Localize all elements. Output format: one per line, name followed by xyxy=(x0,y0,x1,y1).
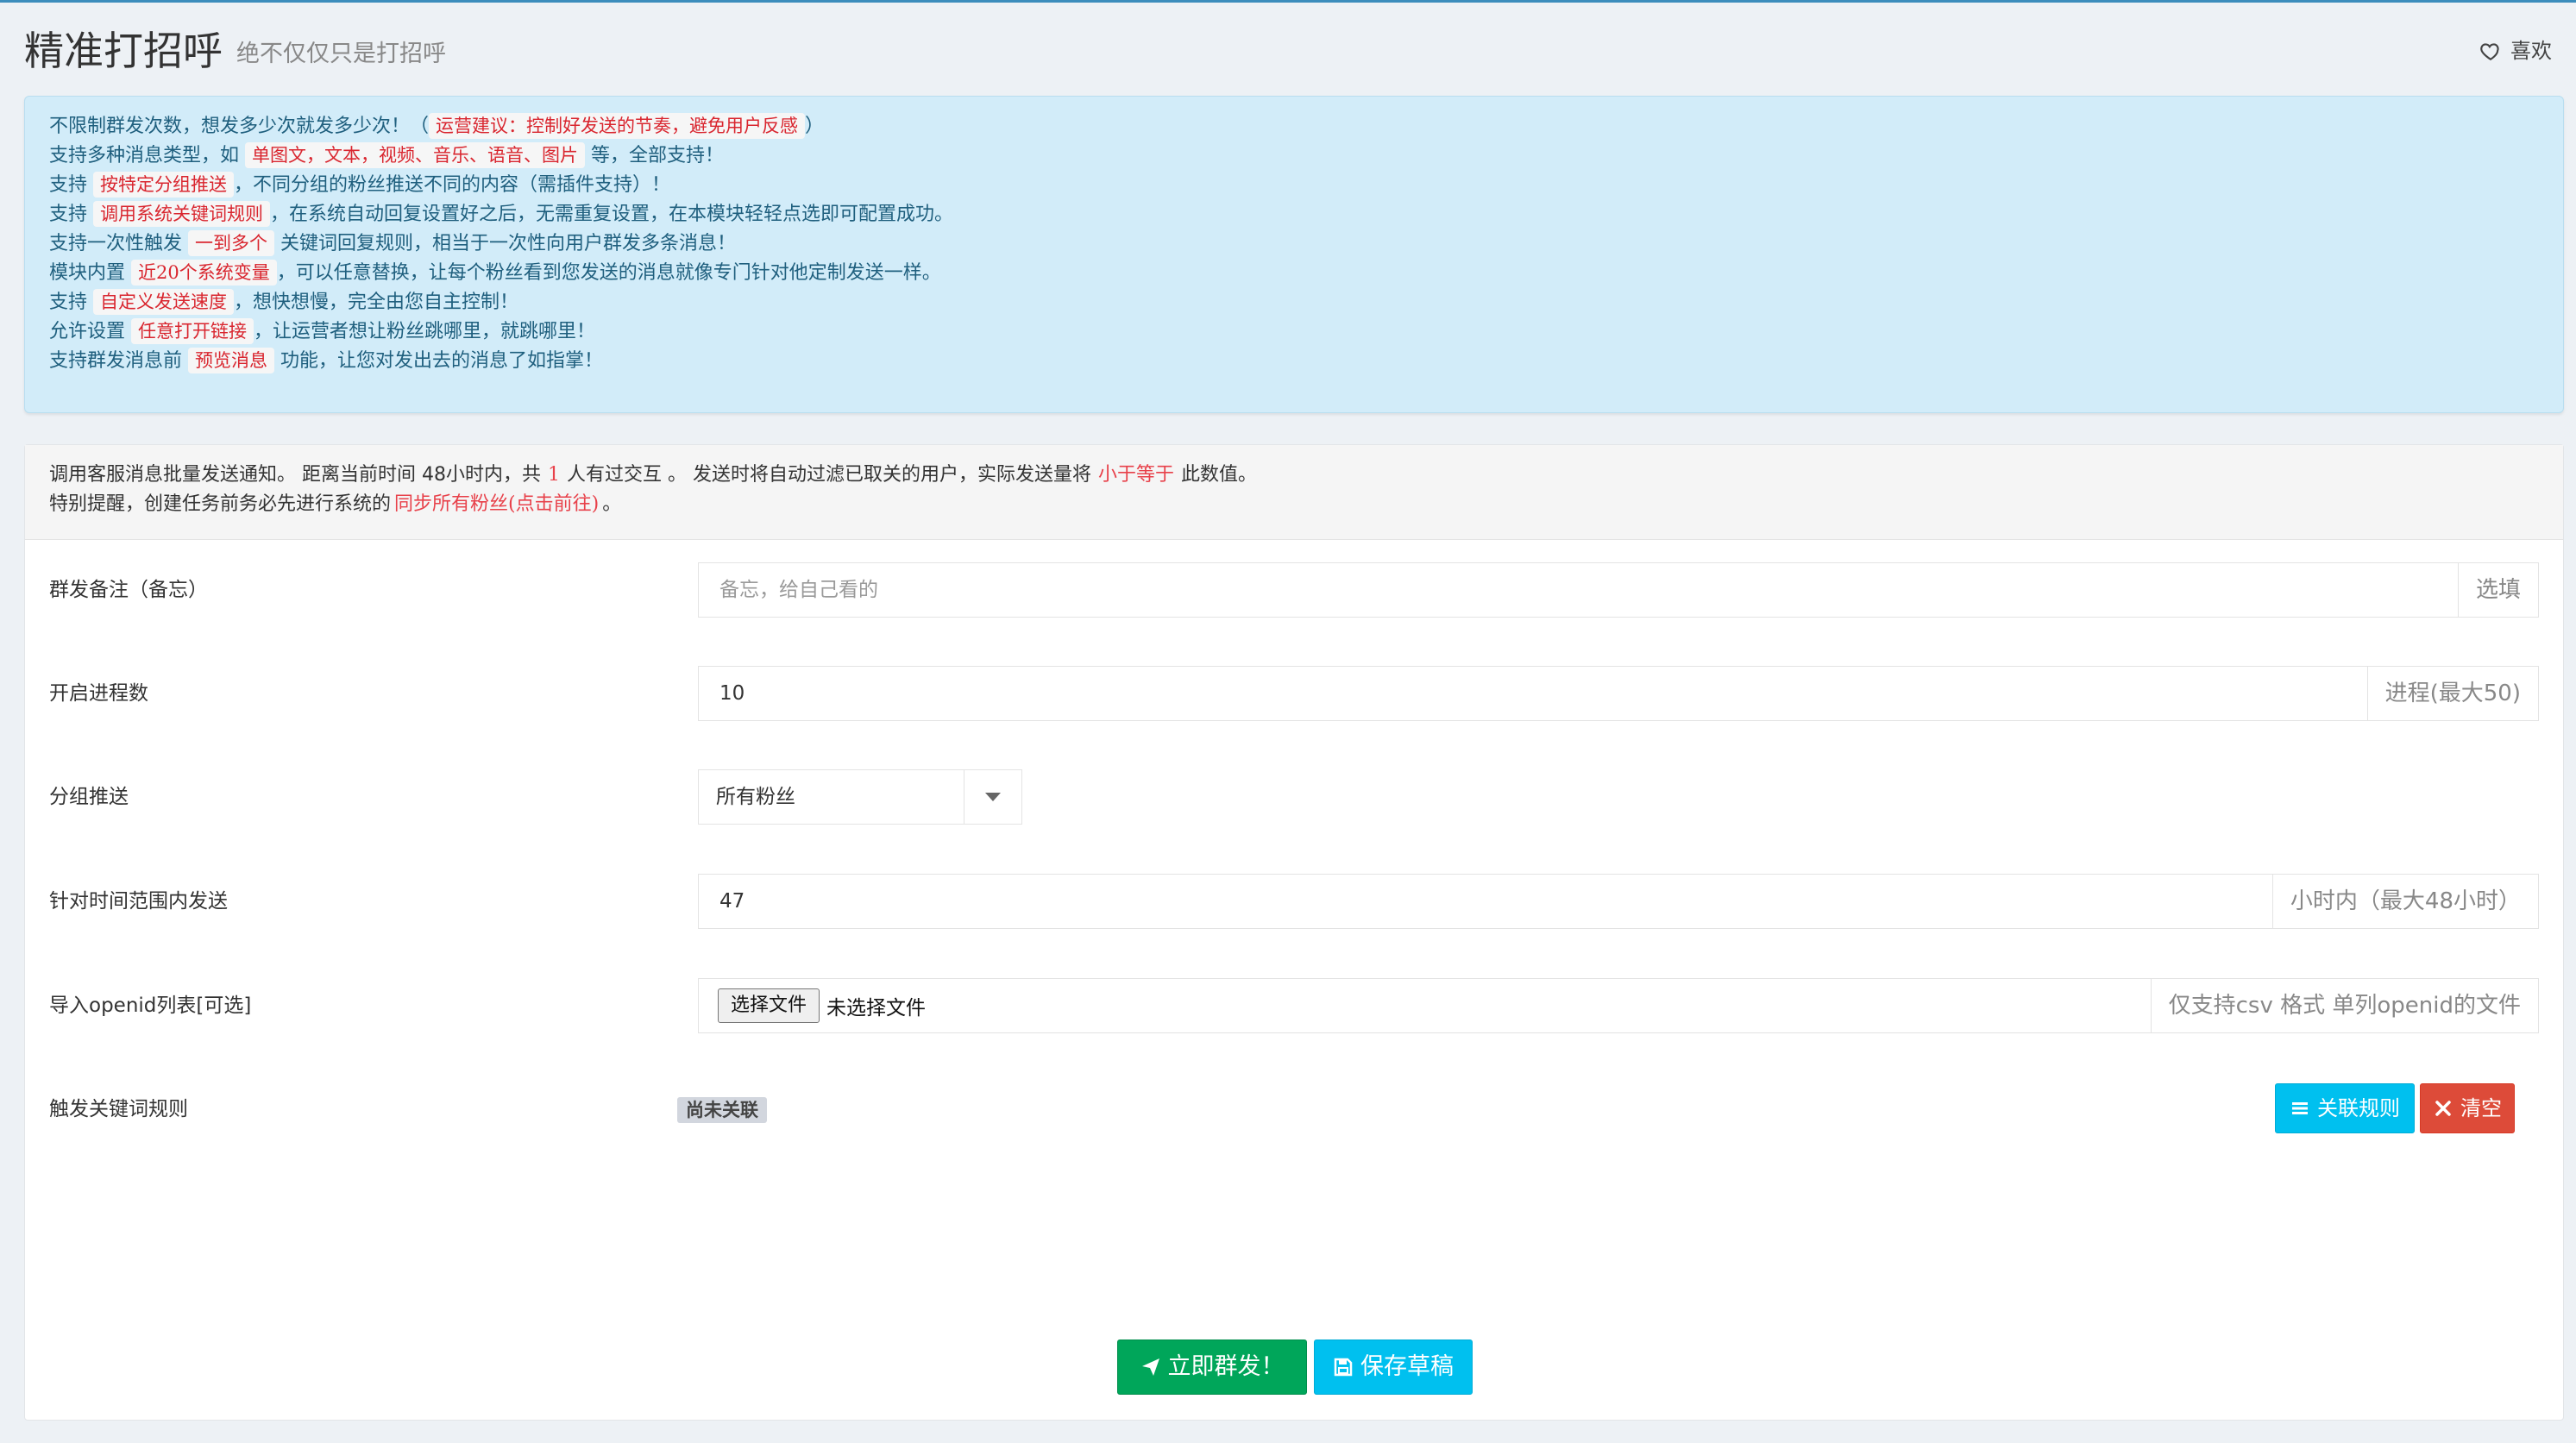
notice-highlight: 预览消息 xyxy=(188,348,274,373)
notice-line: 支持一次性触发 一到多个 关键词回复规则，相当于一次性向用户群发多条消息！ xyxy=(49,229,2539,259)
openid-row: 导入openid列表[可选] 选择文件 未选择文件 仅支持csv 格式 单列op… xyxy=(25,978,2563,1033)
notice-line: 支持 自定义发送速度 ，想快想慢，完全由您自主控制！ xyxy=(49,288,2539,317)
info-line: 调用客服消息批量发送通知。 距离当前时间 48小时内，共 1 人有过交互 。 发送时… xyxy=(49,461,2539,490)
notice-text: 支持群发消息前 xyxy=(49,350,188,372)
notice-line: 支持 按特定分组推送 ，不同分组的粉丝推送不同的内容（需插件支持）！ xyxy=(49,171,2539,200)
openid-label: 导入openid列表[可选] xyxy=(49,994,252,1017)
keyword-status-badge: 尚未关联 xyxy=(677,1097,767,1123)
keyword-row: 触发关键词规则 尚未关联 关联规则 清空 xyxy=(25,1082,2563,1137)
notice-text: 支持 xyxy=(49,292,93,313)
choose-file-button[interactable]: 选择文件 xyxy=(718,988,820,1023)
openid-input-group: 选择文件 未选择文件 仅支持csv 格式 单列openid的文件 xyxy=(698,978,2539,1033)
notice-text: 支持 xyxy=(49,174,93,196)
notice-line: 支持 调用系统关键词规则 ，在系统自动回复设置好之后，无需重复设置，在本模块轻轻点… xyxy=(49,200,2539,229)
notice-text: 支持多种消息类型，如 xyxy=(49,145,245,166)
process-addon: 进程(最大50) xyxy=(2366,667,2538,720)
notice-line: 不限制群发次数，想发多少次就发多少次！（ 运营建议：控制好发送的节奏，避免用户反感… xyxy=(49,112,2539,141)
lte-text: 小于等于 xyxy=(1097,464,1174,486)
notice-highlight: 按特定分组推送 xyxy=(93,172,234,198)
process-row: 开启进程数 进程(最大50) xyxy=(25,666,2563,721)
notice-text: ，让运营者想让粉丝跳哪里，就跳哪里！ xyxy=(254,321,596,342)
notice-text: 模块内置 xyxy=(49,262,131,284)
page-subtitle: 绝不仅仅只是打招呼 xyxy=(236,41,446,67)
time-range-label: 针对时间范围内发送 xyxy=(49,890,228,913)
process-input-group: 进程(最大50) xyxy=(698,666,2539,721)
notice-highlight: 近20个系统变量 xyxy=(131,260,277,285)
group-select-value: 所有粉丝 xyxy=(716,786,795,808)
notice-text: ，想快想慢，完全由您自主控制！ xyxy=(234,292,519,313)
notice-highlight: 调用系统关键词规则 xyxy=(93,201,270,227)
notice-highlight: 任意打开链接 xyxy=(131,318,254,344)
notice-line: 支持多种消息类型，如 单图文，文本，视频、音乐、语音、图片 等，全部支持！ xyxy=(49,141,2539,171)
info-text: 。 xyxy=(602,493,622,515)
save-icon xyxy=(1334,1358,1353,1377)
panel-info: 调用客服消息批量发送通知。 距离当前时间 48小时内，共 1 人有过交互 。 发送时… xyxy=(25,445,2563,540)
process-input[interactable] xyxy=(699,667,2367,720)
info-text: 特别提醒，创建任务前务必先进行系统的 xyxy=(49,493,392,515)
remark-input[interactable] xyxy=(699,563,2458,617)
notice-highlight: 单图文，文本，视频、音乐、语音、图片 xyxy=(245,142,585,168)
notice-highlight: 运营建议：控制好发送的节奏，避免用户反感 xyxy=(429,113,806,139)
time-range-input[interactable] xyxy=(699,875,2272,928)
info-text: 人有过交互 。 发送时将自动过滤已取关的用户，实际发送量将 xyxy=(566,464,1091,486)
page-header: 精准打招呼 绝不仅仅只是打招呼 喜欢 xyxy=(24,25,2552,77)
save-draft-label: 保存草稿 xyxy=(1360,1353,1454,1380)
remark-input-group: 选填 xyxy=(698,562,2539,618)
send-now-button[interactable]: 立即群发！ xyxy=(1117,1339,1307,1395)
group-row: 分组推送 所有粉丝 xyxy=(25,769,2563,825)
close-icon xyxy=(2435,1101,2451,1116)
send-now-label: 立即群发！ xyxy=(1167,1353,1285,1380)
notice-text: 等，全部支持！ xyxy=(585,145,724,166)
page-title: 精准打招呼 xyxy=(24,28,223,74)
list-icon xyxy=(2292,1102,2308,1114)
paper-plane-icon xyxy=(1141,1358,1159,1376)
remark-row: 群发备注（备忘） 选填 xyxy=(25,562,2563,618)
notice-text: 支持一次性触发 xyxy=(49,233,188,254)
time-range-addon: 小时内（最大48小时） xyxy=(2271,875,2538,928)
link-rule-button[interactable]: 关联规则 xyxy=(2275,1083,2415,1133)
file-picker: 选择文件 未选择文件 xyxy=(699,979,2151,1032)
notice-text: ） xyxy=(805,116,825,137)
notice-text: 关键词回复规则，相当于一次性向用户群发多条消息！ xyxy=(274,233,736,254)
like-button[interactable]: 喜欢 xyxy=(2479,37,2552,65)
remark-addon: 选填 xyxy=(2457,563,2538,617)
sync-fans-link[interactable]: 同步所有粉丝(点击前往) xyxy=(394,493,599,515)
notice-text: ，可以任意替换，让每个粉丝看到您发送的消息就像专门针对他定制发送一样。 xyxy=(276,262,941,284)
notice-text: 不限制群发次数，想发多少次就发多少次！（ xyxy=(49,116,430,137)
notice-text: ，不同分组的粉丝推送不同的内容（需插件支持）！ xyxy=(234,174,671,196)
notice-highlight: 一到多个 xyxy=(188,230,274,256)
notice-text: 支持 xyxy=(49,204,93,225)
openid-addon: 仅支持csv 格式 单列openid的文件 xyxy=(2150,979,2538,1032)
notice-text: 功能，让您对发出去的消息了如指掌！ xyxy=(274,350,603,372)
info-text: 此数值。 xyxy=(1181,464,1258,486)
clear-button[interactable]: 清空 xyxy=(2420,1083,2515,1133)
feature-notice: 不限制群发次数，想发多少次就发多少次！（ 运营建议：控制好发送的节奏，避免用户反感… xyxy=(24,96,2564,413)
group-label: 分组推送 xyxy=(49,786,129,808)
file-status: 未选择文件 xyxy=(826,997,927,1020)
notice-text: 允许设置 xyxy=(49,321,131,342)
time-range-input-group: 小时内（最大48小时） xyxy=(698,874,2539,929)
chevron-down-icon xyxy=(964,770,1021,824)
notice-line: 允许设置 任意打开链接 ，让运营者想让粉丝跳哪里，就跳哪里！ xyxy=(49,317,2539,347)
save-draft-button[interactable]: 保存草稿 xyxy=(1314,1339,1473,1395)
like-label: 喜欢 xyxy=(2510,39,2552,63)
interaction-count: 1 xyxy=(547,464,560,486)
notice-text: ，在系统自动回复设置好之后，无需重复设置，在本模块轻轻点选即可配置成功。 xyxy=(270,204,954,225)
keyword-label: 触发关键词规则 xyxy=(49,1098,188,1120)
process-label: 开启进程数 xyxy=(49,682,148,705)
remark-label: 群发备注（备忘） xyxy=(49,579,208,601)
notice-highlight: 自定义发送速度 xyxy=(93,289,234,315)
time-range-row: 针对时间范围内发送 小时内（最大48小时） xyxy=(25,874,2563,929)
notice-line: 支持群发消息前 预览消息 功能，让您对发出去的消息了如指掌！ xyxy=(49,347,2539,376)
broadcast-form-panel: 调用客服消息批量发送通知。 距离当前时间 48小时内，共 1 人有过交互 。 发送时… xyxy=(24,444,2564,1421)
heart-icon xyxy=(2480,43,2499,61)
group-select[interactable]: 所有粉丝 xyxy=(698,769,1022,825)
info-line: 特别提醒，创建任务前务必先进行系统的 同步所有粉丝(点击前往)。 xyxy=(49,490,2539,519)
link-rule-label: 关联规则 xyxy=(2317,1096,2400,1120)
clear-label: 清空 xyxy=(2460,1096,2502,1120)
notice-line: 模块内置 近20个系统变量 ，可以任意替换，让每个粉丝看到您发送的消息就像专门针对… xyxy=(49,259,2539,288)
info-text: 调用客服消息批量发送通知。 距离当前时间 48小时内，共 xyxy=(49,464,541,486)
